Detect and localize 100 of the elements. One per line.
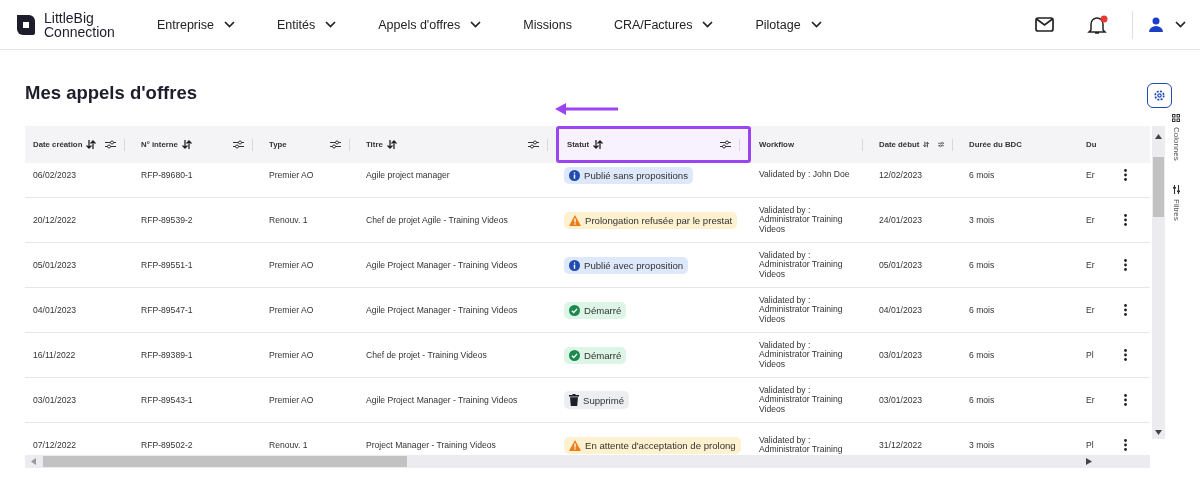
- scroll-down-icon[interactable]: [1155, 430, 1162, 435]
- table-cell: 03/01/2023: [33, 395, 76, 405]
- filter-icon[interactable]: [330, 140, 341, 149]
- table-cell: Project Manager - Training Videos: [366, 440, 496, 450]
- sort-icon[interactable]: [593, 140, 604, 149]
- table-cell: 6 mois: [969, 395, 995, 405]
- table-cell: 6 mois: [969, 260, 995, 270]
- table-cell: Agile Project Manager - Training Videos: [366, 305, 518, 315]
- table-cell: Premier AO: [269, 305, 314, 315]
- table-cell: 05/01/2023: [33, 260, 76, 270]
- sort-icon[interactable]: [181, 140, 192, 149]
- page-title: Mes appels d'offres: [25, 82, 197, 104]
- table-cell: 07/12/2022: [33, 440, 76, 450]
- table-cell: Agile Project Manager - Training Videos: [366, 395, 518, 405]
- check-icon: [569, 349, 580, 361]
- table-cell-text: Validated by : Administrator Training Videos: [759, 206, 844, 234]
- table-cell: 04/01/2023: [879, 305, 922, 315]
- table-cell: RFP-89680-1: [141, 170, 193, 180]
- nav-menu-item[interactable]: Entités: [277, 17, 337, 32]
- table-cell: RFP-89539-2: [141, 215, 193, 225]
- warning-icon: [569, 214, 581, 226]
- logo-icon: [14, 12, 38, 37]
- nav-menu-item[interactable]: Appels d'offres: [378, 17, 482, 32]
- table-cell: 6 mois: [969, 350, 995, 360]
- table-cell: RFP-89389-1: [141, 350, 193, 360]
- filter-icon[interactable]: [528, 140, 539, 149]
- sort-icon[interactable]: [923, 140, 930, 149]
- table-cell: 3 mois: [969, 215, 995, 225]
- scroll-right-icon[interactable]: [1086, 458, 1092, 465]
- table-cell: 04/01/2023: [33, 305, 76, 315]
- table-cell: Premier AO: [269, 350, 314, 360]
- chevron-down-icon: [810, 21, 822, 28]
- table-cell: 24/01/2023: [879, 215, 922, 225]
- sort-icon[interactable]: [386, 140, 397, 149]
- table-cell-text: Validated by : Administrator Training Videos: [759, 296, 844, 324]
- table-cell: Chef de projet - Training Videos: [366, 350, 487, 360]
- nav-menu-item[interactable]: Pilotage: [755, 17, 822, 32]
- table-cell-text: Validated by : Administrator Training: [759, 435, 844, 455]
- table-cell: RFP-89502-2: [141, 440, 193, 450]
- scroll-up-icon[interactable]: [1155, 134, 1162, 139]
- status-badge: Démarré: [564, 346, 627, 364]
- table-cell: Er: [1086, 305, 1095, 315]
- status-badge: Démarré: [564, 301, 627, 319]
- table-cell-text: Validated by : John Doe: [759, 170, 851, 180]
- info-icon: [569, 169, 580, 181]
- table-cell: 05/01/2023: [879, 260, 922, 270]
- brand-name[interactable]: LittleBig Connection: [44, 10, 115, 39]
- side-panel-tab[interactable]: Colonnes: [1171, 127, 1181, 161]
- table-cell: Chef de projet Agile - Training Videos: [366, 215, 508, 225]
- table-cell: Pl: [1086, 350, 1094, 360]
- status-badge: Publié sans propositions: [564, 166, 693, 184]
- chevron-down-icon: [1175, 21, 1186, 28]
- table-cell: Agile Project Manager - Training Videos: [366, 260, 518, 270]
- settings-button[interactable]: [1147, 82, 1172, 108]
- filter-icon[interactable]: [105, 140, 116, 149]
- check-icon: [569, 304, 580, 316]
- table-cell: Renouv. 1: [269, 215, 308, 225]
- table-cell-text: Validated by : Administrator Training Videos: [759, 251, 844, 279]
- status-badge: En attente d'acceptation de prolong: [564, 436, 741, 454]
- sort-icon[interactable]: [86, 140, 97, 149]
- table-cell: 06/02/2023: [33, 170, 76, 180]
- more-icon[interactable]: [1124, 349, 1127, 361]
- scrollbar-thumb[interactable]: [1153, 157, 1164, 217]
- table-cell: 03/01/2023: [879, 395, 922, 405]
- scrollbar-thumb[interactable]: [43, 456, 407, 467]
- more-icon[interactable]: [1124, 394, 1127, 406]
- status-badge: Prolongation refusée par le prestat: [564, 211, 738, 229]
- filter-icon[interactable]: [233, 140, 244, 149]
- more-icon[interactable]: [1124, 214, 1127, 226]
- grid-icon[interactable]: [1172, 114, 1180, 122]
- chevron-down-icon: [470, 21, 482, 28]
- filter-icon[interactable]: [1171, 184, 1181, 194]
- table-cell: Premier AO: [269, 260, 314, 270]
- bell-icon[interactable]: [1086, 14, 1108, 35]
- user-icon[interactable]: [1149, 17, 1163, 32]
- nav-menu-item[interactable]: CRA/Factures: [613, 17, 714, 32]
- more-icon[interactable]: [1124, 169, 1127, 181]
- nav-menu-item[interactable]: Entreprise: [157, 17, 235, 32]
- table-cell: Premier AO: [269, 395, 314, 405]
- settings-icon: [1153, 88, 1166, 102]
- table-cell: Pl: [1086, 440, 1094, 450]
- pointer-arrow: [555, 103, 619, 115]
- trash-icon: [569, 394, 579, 406]
- chevron-down-icon: [224, 21, 235, 28]
- table-cell: 3 mois: [969, 440, 995, 450]
- more-icon[interactable]: [1124, 439, 1127, 451]
- table-cell: Renouv. 1: [269, 440, 308, 450]
- table-cell: 6 mois: [969, 305, 995, 315]
- more-icon[interactable]: [1124, 259, 1127, 271]
- more-icon[interactable]: [1124, 304, 1127, 316]
- table-cell: RFP-89551-1: [141, 260, 193, 270]
- table-cell: Er: [1086, 170, 1095, 180]
- warning-icon: [569, 439, 581, 451]
- filter-icon[interactable]: [720, 140, 731, 149]
- chevron-down-icon: [702, 21, 714, 28]
- side-panel-tab[interactable]: Filtres: [1171, 198, 1181, 221]
- nav-menu-item[interactable]: Missions: [523, 17, 572, 32]
- table-cell: 6 mois: [969, 170, 995, 180]
- table-cell: Premier AO: [269, 170, 314, 180]
- mail-icon[interactable]: [1035, 17, 1054, 32]
